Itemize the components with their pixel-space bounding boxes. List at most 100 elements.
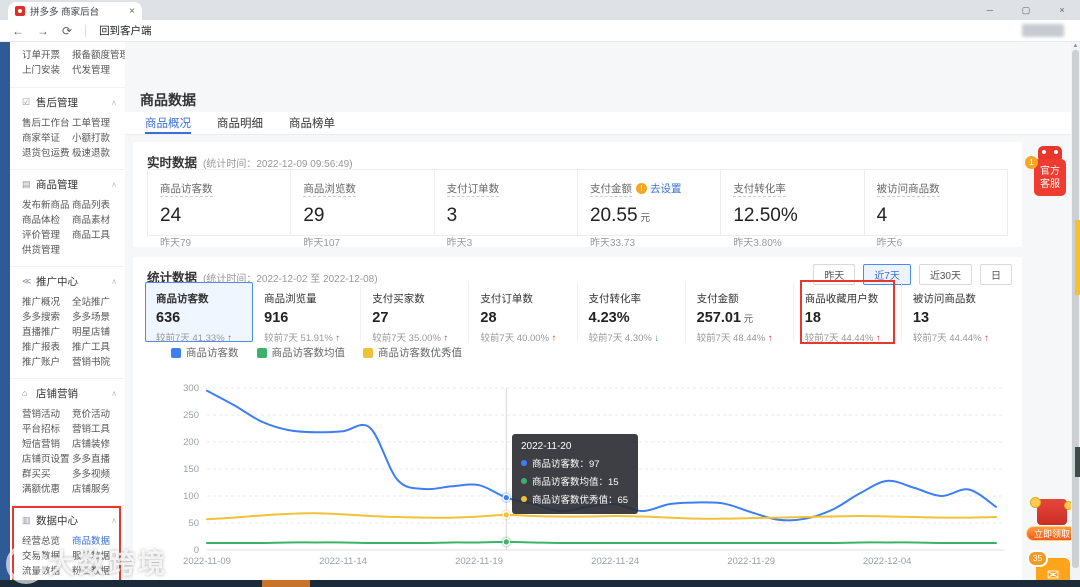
sidebar-item[interactable]: 商品列表 [72, 197, 122, 211]
vertical-scrollbar[interactable]: ▲ [1071, 42, 1080, 580]
sidebar-item[interactable]: 供货管理 [22, 242, 72, 256]
sidebar-item[interactable]: 多多视频 [72, 466, 122, 480]
tab-商品明细[interactable]: 商品明细 [217, 112, 263, 134]
chevron-up-icon[interactable]: ∧ [111, 98, 117, 107]
metric-card-商品访客数[interactable]: 商品访客数 636 较前7天 41.33% ↑ [145, 282, 254, 344]
sidebar-item[interactable]: 商家举证 [22, 130, 72, 144]
chevron-up-icon[interactable]: ∧ [111, 389, 117, 398]
chevron-up-icon[interactable]: ∧ [111, 180, 117, 189]
sidebar-item[interactable]: 推广报表 [22, 339, 72, 353]
sidebar-item[interactable]: 推广账户 [22, 354, 72, 368]
reload-icon[interactable]: ⟳ [62, 24, 72, 38]
tab-close-icon[interactable]: × [129, 6, 135, 17]
sidebar-section-header[interactable]: ▥ 数据中心 ∧ [10, 506, 125, 532]
sidebar-section-header[interactable]: ☑ 售后管理 ∧ [10, 88, 125, 114]
chevron-up-icon[interactable]: ∧ [111, 516, 117, 525]
metric-card-支付金额[interactable]: 支付金额 257.01 元较前7天 48.44% ↑ [686, 282, 794, 344]
toolbar-divider [85, 24, 87, 37]
scroll-up-arrow-icon[interactable]: ▲ [1072, 43, 1079, 49]
warning-icon: ! [635, 183, 647, 194]
sidebar-item[interactable]: 直播推广 [22, 324, 72, 338]
sidebar-item[interactable]: 店铺页设置 [22, 451, 72, 465]
forward-icon[interactable]: → [37, 24, 49, 38]
sidebar-item[interactable]: 商品素材 [72, 212, 122, 226]
sidebar-item[interactable]: 评价管理 [22, 227, 72, 241]
sidebar-item[interactable]: 退货包运费 [22, 145, 72, 159]
coin-icon [1030, 497, 1041, 508]
metric-card-被访问商品数[interactable]: 被访问商品数 13 较前7天 44.44% ↑ [902, 282, 1010, 344]
window-close-button[interactable]: × [1044, 5, 1080, 15]
legend-label: 商品访客数 [186, 347, 239, 359]
service-button[interactable]: 官方 客服 [1034, 159, 1066, 196]
legend-item-商品访客数均值[interactable]: 商品访客数均值 [256, 345, 345, 360]
sidebar-item[interactable]: 平台招标 [22, 421, 72, 435]
metric-card-value: 28 [480, 310, 497, 326]
sidebar-item[interactable]: 小额打款 [72, 130, 122, 144]
metric-card-支付订单数[interactable]: 支付订单数 28 较前7天 40.00% ↑ [469, 282, 578, 344]
realtime-stat: 商品访客数 24 昨天79 [148, 170, 290, 249]
metric-card-商品浏览量[interactable]: 商品浏览量 916 较前7天 51.91% ↑ [253, 282, 362, 344]
sidebar-item[interactable]: 发布新商品 [22, 197, 72, 211]
scrollbar-thumb[interactable] [1072, 50, 1079, 568]
tab-商品榜单[interactable]: 商品榜单 [289, 112, 335, 134]
sidebar-item[interactable]: 全站推广 [72, 294, 122, 308]
metric-card-支付转化率[interactable]: 支付转化率 4.23% 较前7天 4.30% ↓ [578, 282, 686, 344]
metric-card-value: 257.01 元 [696, 310, 754, 326]
tab-商品概况[interactable]: 商品概况 [145, 112, 191, 134]
svg-text:250: 250 [183, 410, 199, 421]
sidebar-item[interactable]: 多多直播 [72, 451, 122, 465]
sidebar-item[interactable]: 售后工作台 [22, 115, 72, 129]
sidebar-row: 订单开票 报备额度管理 [10, 46, 125, 61]
official-service-widget[interactable]: 1 官方 客服 [1025, 146, 1068, 198]
sidebar-item[interactable]: 报备额度管理 [72, 47, 125, 61]
sidebar-item[interactable]: 推广概况 [22, 294, 72, 308]
sidebar-section-header[interactable]: ⌂ 店铺营销 ∧ [10, 379, 125, 405]
go-setting-link[interactable]: 去设置 [650, 183, 682, 195]
window-minimize-button[interactable]: ─ [972, 5, 1008, 15]
page-title: 商品数据 [140, 92, 196, 108]
legend-item-商品访客数优秀值[interactable]: 商品访客数优秀值 [363, 345, 462, 360]
sidebar-item[interactable]: 营销工具 [72, 421, 122, 435]
browser-tab[interactable]: 拼多多 商家后台 × [8, 2, 142, 20]
sidebar-item[interactable]: 商品体检 [22, 212, 72, 226]
datacenter-icon: ▥ [22, 514, 31, 525]
sidebar-row: 短信营销 店铺装修 [10, 435, 125, 450]
window-maximize-button[interactable]: ▢ [1008, 5, 1044, 16]
sidebar-item[interactable]: 明星店铺 [72, 324, 122, 338]
sidebar-item[interactable]: 店铺服务 [72, 481, 122, 495]
sidebar-item[interactable]: 营销活动 [22, 406, 72, 420]
back-to-client-link[interactable]: 回到客户端 [99, 23, 152, 38]
sidebar-item[interactable]: 代发管理 [72, 62, 122, 76]
sidebar-item[interactable]: 推广工具 [72, 339, 122, 353]
metric-card-商品收藏用户数[interactable]: 商品收藏用户数 18 较前7天 44.44% ↑ [794, 280, 902, 344]
sidebar-item[interactable]: 多多场景 [72, 309, 122, 323]
sidebar-item[interactable]: 竞价活动 [72, 406, 122, 420]
metric-card-change: 较前7天 44.44% ↑ [912, 333, 989, 344]
realtime-stat-value: 3 [446, 205, 458, 226]
realtime-stat: 支付金额! 去设置 20.55 元昨天33.73 [576, 170, 720, 249]
sidebar-item[interactable]: 满额优惠 [22, 481, 72, 495]
sidebar-item[interactable]: 短信营销 [22, 436, 72, 450]
metric-card-label: 支付买家数 [372, 293, 425, 305]
metric-card-label: 被访问商品数 [912, 293, 976, 305]
watermark-text: 大数跨境 [48, 549, 168, 579]
metric-card-支付买家数[interactable]: 支付买家数 27 较前7天 35.00% ↑ [361, 282, 470, 344]
sidebar-item[interactable]: 极速退款 [72, 145, 122, 159]
svg-text:50: 50 [188, 518, 199, 529]
sidebar-item[interactable]: 店铺装修 [72, 436, 122, 450]
sidebar-item[interactable]: 上门安装 [22, 62, 72, 76]
sidebar-item[interactable]: 营销书院 [72, 354, 122, 368]
sidebar-item[interactable]: 工单管理 [72, 115, 122, 129]
chevron-up-icon[interactable]: ∧ [111, 277, 117, 286]
metric-card-change: 较前7天 44.44% ↑ [804, 333, 881, 344]
realtime-stat: 被访问商品数 4 昨天6 [863, 170, 1007, 249]
back-icon[interactable]: ← [12, 24, 24, 38]
legend-item-商品访客数[interactable]: 商品访客数 [171, 345, 239, 360]
sidebar-item[interactable]: 多多搜索 [22, 309, 72, 323]
sidebar-item[interactable]: 群买买 [22, 466, 72, 480]
realtime-stat: 支付转化率 12.50% 昨天3.80% [720, 170, 863, 249]
sidebar-item[interactable]: 订单开票 [22, 47, 72, 61]
sidebar-section-header[interactable]: ≪ 推广中心 ∧ [10, 267, 125, 293]
sidebar-section-header[interactable]: ▤ 商品管理 ∧ [10, 170, 125, 196]
sidebar-item[interactable]: 商品工具 [72, 227, 122, 241]
